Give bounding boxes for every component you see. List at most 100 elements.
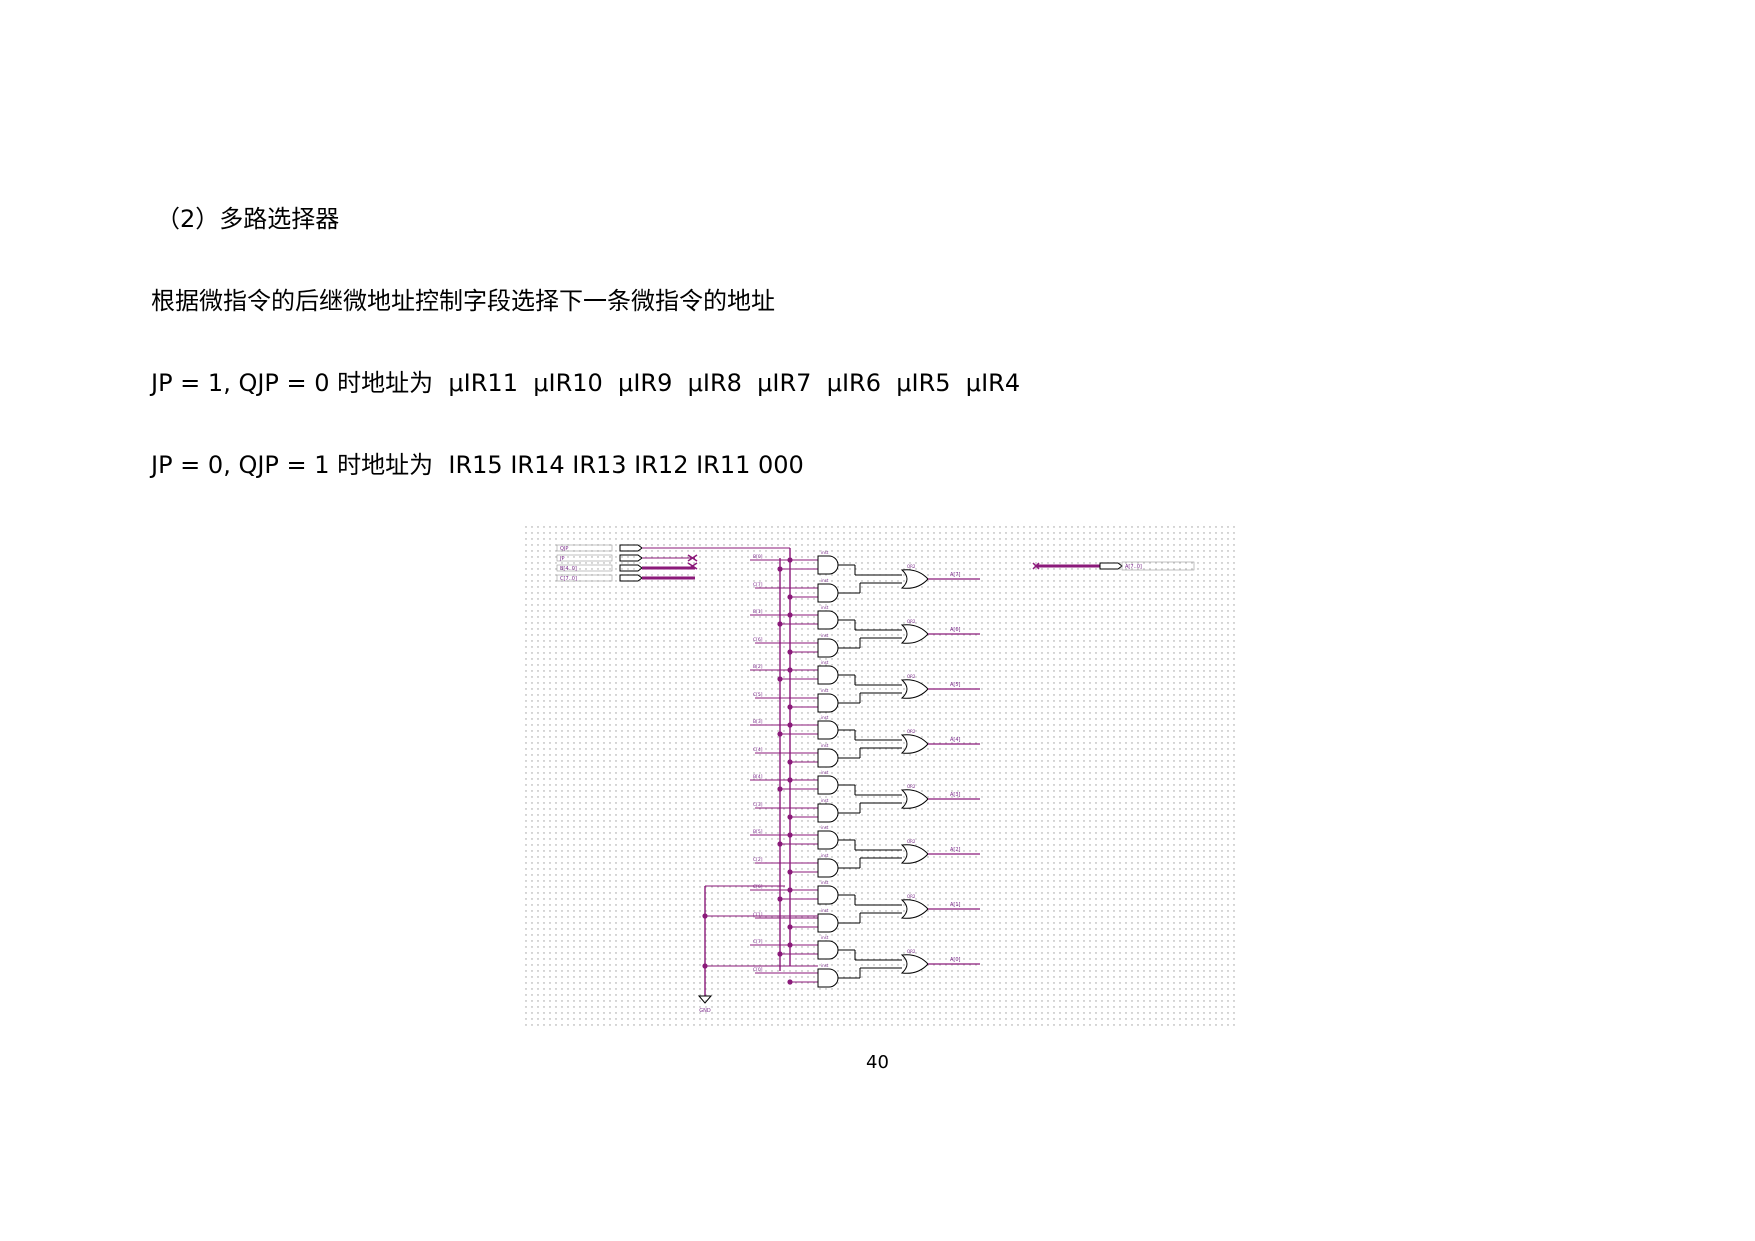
input-tag-label: B[3] — [753, 719, 763, 725]
output-label: A[5] — [950, 682, 961, 688]
output-label: A[4] — [950, 737, 961, 743]
or-gate-label: OR2 — [907, 894, 916, 899]
description-paragraph: 根据微指令的后继微地址控制字段选择下一条微指令的地址 — [151, 287, 775, 315]
wire-junction — [787, 759, 793, 765]
or-gate-label: OR2 — [907, 619, 916, 624]
input-tag-label: B[1] — [753, 609, 763, 615]
rule-jp-1: JP = 1, QJP = 0 时地址为 μIR11 μIR10 μIR9 μI… — [151, 369, 1021, 397]
gate-instance-label: inst — [821, 825, 829, 830]
wire-junction — [787, 924, 793, 930]
wire-junction — [787, 887, 793, 893]
input-port-label: QJP — [560, 546, 568, 552]
wire-junction — [777, 786, 783, 792]
and-gate — [817, 610, 839, 630]
and-gate — [817, 583, 839, 603]
wire-junction — [777, 621, 783, 627]
input-port-label: C[7..0] — [560, 576, 577, 582]
gate-instance-label: inst — [821, 605, 829, 610]
multiplexer-schematic: QJP JP B[4..0] C[7..0] GND B[0] C[7] inst inst OR… — [525, 526, 1235, 1026]
and-gate — [817, 693, 839, 713]
output-label: A[0] — [950, 957, 961, 963]
and-gate — [817, 803, 839, 823]
input-tag-label: B[0] — [753, 554, 763, 560]
wire-junction — [787, 594, 793, 600]
wire-junction — [787, 814, 793, 820]
wire-junction — [777, 731, 783, 737]
wire-junction — [787, 869, 793, 875]
or-gate-label: OR2 — [907, 839, 916, 844]
input-tag-label: C[2] — [753, 857, 763, 863]
input-port-label: JP — [559, 556, 565, 562]
input-tag-label: C[5] — [753, 692, 763, 698]
gnd-junction — [702, 913, 708, 919]
wire-junction — [787, 942, 793, 948]
and-gate — [817, 885, 839, 905]
gate-instance-label: inst — [821, 798, 829, 803]
wire-junction — [787, 722, 793, 728]
gate-instance-label: inst — [821, 908, 829, 913]
input-tag-label: C[4] — [753, 747, 763, 753]
or-gate-label: OR2 — [907, 784, 916, 789]
wire-junction — [787, 704, 793, 710]
wire-junction — [777, 896, 783, 902]
gate-instance-label: inst — [821, 688, 829, 693]
wire-junction — [777, 841, 783, 847]
gate-instance-label: inst — [821, 853, 829, 858]
wire-junction — [777, 566, 783, 572]
wire-junction — [787, 832, 793, 838]
and-gate — [817, 555, 839, 575]
output-bus-label: A[7..0] — [1125, 564, 1142, 570]
wire-junction — [787, 777, 793, 783]
and-gate — [817, 830, 839, 850]
and-gate — [817, 913, 839, 933]
output-label: A[7] — [950, 572, 961, 578]
section-heading: （2）多路选择器 — [156, 205, 340, 233]
input-tag-label: C[6] — [753, 637, 763, 643]
and-gate — [817, 858, 839, 878]
and-gate — [817, 720, 839, 740]
wire-junction — [787, 612, 793, 618]
wire-junction — [777, 676, 783, 682]
page-number: 40 — [866, 1052, 889, 1073]
gnd-junction — [702, 963, 708, 969]
input-tag-label: B[2] — [753, 664, 763, 670]
gate-instance-label: inst — [821, 935, 829, 940]
and-gate — [817, 638, 839, 658]
input-tag-label: B[4] — [753, 774, 763, 780]
gate-instance-label: inst — [821, 550, 829, 555]
or-gate-label: OR2 — [907, 729, 916, 734]
output-label: A[2] — [950, 847, 961, 853]
gate-instance-label: inst — [821, 770, 829, 775]
or-gate-label: OR2 — [907, 674, 916, 679]
input-port-label: B[4..0] — [560, 566, 577, 572]
wire-junction — [777, 951, 783, 957]
rule-jp-0: JP = 0, QJP = 1 时地址为 IR15 IR14 IR13 IR12… — [151, 451, 804, 479]
wire-junction — [787, 979, 793, 985]
output-label: A[1] — [950, 902, 961, 908]
gate-instance-label: inst — [821, 963, 829, 968]
gate-instance-label: inst — [821, 743, 829, 748]
gate-instance-label: inst — [821, 633, 829, 638]
and-gate — [817, 775, 839, 795]
and-gate — [817, 940, 839, 960]
wire-junction — [787, 649, 793, 655]
or-gate-label: OR2 — [907, 949, 916, 954]
gate-instance-label: inst — [821, 578, 829, 583]
input-tag-label: C[7] — [753, 939, 763, 945]
and-gate — [817, 748, 839, 768]
output-label: A[6] — [950, 627, 961, 633]
or-gate-label: OR2 — [907, 564, 916, 569]
wire-junction — [787, 557, 793, 563]
input-tag-label: B[5] — [753, 829, 763, 835]
gate-instance-label: inst — [821, 880, 829, 885]
and-gate — [817, 665, 839, 685]
gate-instance-label: inst — [821, 715, 829, 720]
input-tag-label: C[3] — [753, 802, 763, 808]
input-tag-label: C[0] — [753, 967, 763, 973]
output-label: A[3] — [950, 792, 961, 798]
gate-instance-label: inst — [821, 660, 829, 665]
and-gate — [817, 968, 839, 988]
input-tag-label: C[7] — [753, 582, 763, 588]
wire-junction — [787, 667, 793, 673]
ground-label: GND — [699, 1008, 711, 1014]
